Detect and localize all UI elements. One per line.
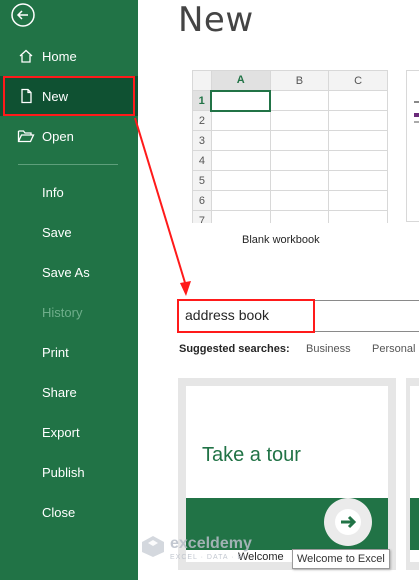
sidebar-item-close[interactable]: Close — [0, 492, 138, 532]
row-header: 2 — [192, 110, 212, 131]
grid-cell — [210, 130, 271, 151]
workbook-grid-preview: A B C 1 2 3 4 5 6 7 — [192, 70, 388, 223]
sidebar-item-label: Home — [42, 48, 77, 64]
suggested-link-personal[interactable]: Personal — [372, 343, 415, 355]
sidebar-item-label: Print — [42, 344, 69, 360]
blank-workbook-label: Blank workbook — [242, 234, 320, 246]
sidebar-item-print[interactable]: Print — [0, 332, 138, 372]
grid-cell — [328, 150, 388, 171]
grid-cell — [269, 90, 330, 111]
new-pane: New A B C 1 2 3 4 5 6 7 Blank workbook a… — [138, 0, 419, 580]
column-header: A — [210, 70, 271, 92]
arrow-right-icon — [335, 509, 361, 535]
exceldemy-logo-icon — [142, 536, 164, 557]
row-header: 6 — [192, 190, 212, 211]
template-thumbnail-partial[interactable] — [406, 70, 419, 222]
search-highlight-box — [177, 299, 315, 333]
grid-cell — [210, 110, 271, 131]
suggested-link-business[interactable]: Business — [306, 343, 351, 355]
sidebar-item-info[interactable]: Info — [0, 172, 138, 212]
sidebar-item-share[interactable]: Share — [0, 372, 138, 412]
row-header: 1 — [192, 90, 213, 111]
back-button[interactable] — [10, 2, 36, 28]
watermark-tagline: EXCEL · DATA · BI — [170, 554, 246, 561]
template-card-partial[interactable] — [406, 378, 419, 570]
grid-cell — [210, 150, 271, 171]
sidebar-item-save[interactable]: Save — [0, 212, 138, 252]
grid-cell — [328, 190, 388, 211]
grid-cell — [269, 190, 330, 211]
sidebar-item-export[interactable]: Export — [0, 412, 138, 452]
sidebar-item-label: Info — [42, 184, 64, 200]
sidebar-item-label: History — [42, 304, 83, 320]
card-title: Take a tour — [202, 444, 301, 466]
sidebar-item-label: Save — [42, 224, 72, 240]
thumbnail-detail — [414, 101, 419, 103]
back-arrow-icon — [11, 3, 35, 27]
grid-cell — [210, 190, 271, 211]
thumbnail-detail — [414, 113, 419, 117]
sidebar-item-history: History — [0, 292, 138, 332]
sidebar-item-label: Open — [42, 128, 74, 144]
grid-cell — [269, 110, 330, 131]
card-arrow-button — [324, 498, 372, 546]
sidebar-item-label: Share — [42, 384, 77, 400]
grid-cell — [328, 90, 388, 111]
sidebar-item-label: Publish — [42, 464, 85, 480]
sidebar-item-label: Save As — [42, 264, 90, 280]
sidebar-item-home[interactable]: Home — [0, 36, 138, 76]
new-highlight-box — [3, 76, 135, 116]
folder-open-icon — [16, 126, 36, 146]
sidebar-item-label: Export — [42, 424, 80, 440]
row-header: 4 — [192, 150, 212, 171]
sidebar-item-open[interactable]: Open — [0, 116, 138, 156]
blank-workbook-thumbnail[interactable]: A B C 1 2 3 4 5 6 7 — [192, 70, 388, 223]
home-icon — [16, 46, 36, 66]
column-header: B — [269, 70, 330, 91]
grid-cell — [328, 130, 388, 151]
page-title: New — [178, 0, 254, 40]
grid-cell — [269, 130, 330, 151]
sidebar-divider — [18, 164, 118, 165]
tooltip: Welcome to Excel — [292, 549, 390, 569]
backstage-sidebar: Home New Open Info Save Save As History … — [0, 0, 138, 580]
grid-corner — [192, 70, 212, 91]
grid-cell — [269, 210, 330, 223]
grid-cell — [328, 110, 388, 131]
row-header: 5 — [192, 170, 212, 191]
suggested-searches-label: Suggested searches: — [179, 343, 290, 355]
grid-cell — [328, 210, 388, 223]
grid-cell — [210, 170, 271, 191]
sidebar-item-publish[interactable]: Publish — [0, 452, 138, 492]
card-green-band — [410, 498, 419, 550]
grid-cell — [269, 170, 330, 191]
column-header: C — [328, 70, 388, 91]
thumbnail-detail — [414, 121, 419, 123]
watermark-name: exceldemy — [170, 535, 252, 552]
sidebar-item-save-as[interactable]: Save As — [0, 252, 138, 292]
grid-cell — [328, 170, 388, 191]
sidebar-item-label: Close — [42, 504, 76, 520]
grid-cell — [210, 210, 271, 223]
grid-cell — [269, 150, 330, 171]
grid-cell — [210, 89, 272, 112]
row-header: 7 — [192, 210, 212, 223]
row-header: 3 — [192, 130, 212, 151]
